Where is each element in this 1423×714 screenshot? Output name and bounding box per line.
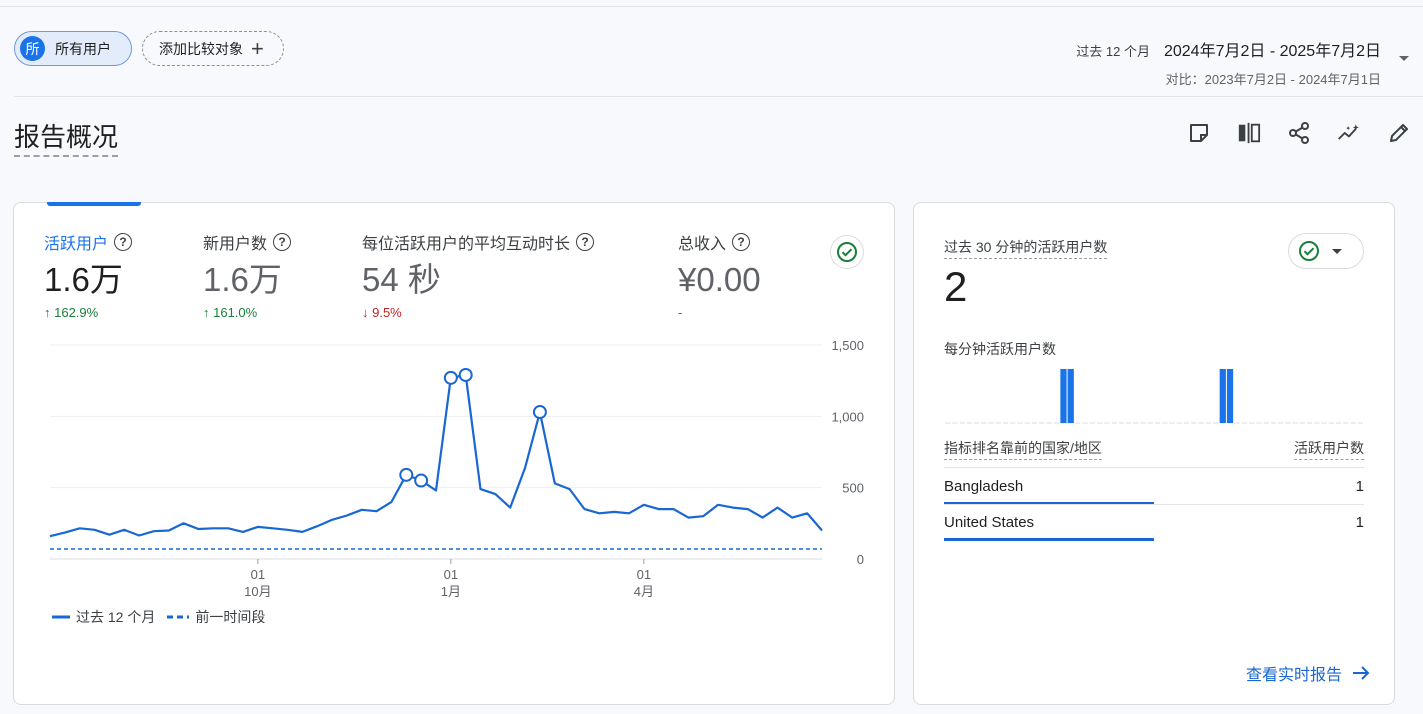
overview-card: 活跃用户? 1.6万 ↑ 162.9% 新用户数? 1.6万 ↑ 161.0% … — [13, 202, 895, 705]
active-users-chart: 1,500 1,000 500 0 01 10月 01 1月 01 4月 — [49, 338, 864, 599]
legend-item-current[interactable]: 过去 12 个月 — [52, 607, 155, 627]
metric-change: ↑ 161.0% — [203, 305, 258, 321]
minute-bar[interactable] — [1060, 369, 1067, 423]
note-icon[interactable] — [1187, 120, 1211, 146]
metric-change: - — [678, 305, 683, 321]
help-icon[interactable]: ? — [273, 233, 292, 251]
realtime-quality-dropdown[interactable] — [1288, 233, 1364, 269]
metric-label: 新用户数 — [203, 236, 268, 253]
legend-label-previous: 前一时间段 — [195, 609, 266, 625]
metric-value: ¥0.00 — [678, 261, 761, 298]
all-users-label: 所有用户 — [55, 40, 111, 57]
country-value: 1 — [1355, 478, 1364, 495]
date-range-selector[interactable]: 过去 12 个月 2024年7月2日 - 2025年7月2日 对比：2023年7… — [1076, 37, 1381, 88]
data-point-marker — [532, 405, 547, 420]
date-dropdown-icon[interactable] — [1399, 56, 1409, 61]
edit-icon[interactable] — [1387, 120, 1411, 146]
add-comparison-button[interactable]: 添加比较对象 + — [142, 31, 284, 66]
plus-icon: + — [251, 35, 264, 61]
view-realtime-report-link[interactable]: 查看实时报告 — [1246, 661, 1370, 685]
help-icon[interactable]: ? — [114, 233, 133, 251]
series-line-current — [49, 373, 823, 538]
report-toolbar — [1187, 120, 1411, 146]
header-divider — [14, 96, 1423, 97]
x-tick-label: 1月 — [441, 584, 461, 599]
help-icon[interactable]: ? — [576, 233, 595, 251]
realtime-value: 2 — [944, 263, 968, 310]
minute-bar[interactable] — [1219, 369, 1226, 423]
y-tick-label: 0 — [857, 552, 864, 567]
active-users-column-header[interactable]: 活跃用户数 — [1294, 438, 1364, 460]
top-divider — [0, 6, 1423, 7]
chevron-down-icon — [1332, 248, 1342, 254]
metric-label: 总收入 — [678, 236, 727, 253]
country-table-header: 指标排名靠前的国家/地区 活跃用户数 — [944, 438, 1364, 460]
country-value: 1 — [1355, 514, 1364, 531]
x-tick-label: 01 — [444, 567, 458, 582]
check-circle-icon — [1299, 241, 1319, 261]
date-range-value: 2024年7月2日 - 2025年7月2日 — [1163, 43, 1381, 60]
view-realtime-label: 查看实时报告 — [1245, 667, 1342, 684]
metric-label: 每位活跃用户的平均互动时长 — [362, 236, 571, 253]
metric-avg-engagement[interactable]: 每位活跃用户的平均互动时长? 54 秒 ↓ 9.5% — [362, 230, 595, 321]
all-users-chip[interactable]: 所 所有用户 — [14, 31, 132, 66]
metric-active-users[interactable]: 活跃用户? 1.6万 ↑ 162.9% — [44, 230, 133, 321]
metric-value: 54 秒 — [362, 261, 441, 298]
y-tick-label: 500 — [842, 481, 864, 496]
country-share-bar — [944, 538, 1154, 541]
arrow-right-icon — [1353, 666, 1370, 680]
per-minute-chart — [945, 369, 1363, 424]
legend-label-current: 过去 12 个月 — [76, 609, 156, 625]
table-divider — [944, 504, 1364, 505]
page-title[interactable]: 报告概况 — [14, 117, 119, 157]
table-row: United States 1 — [944, 514, 1364, 531]
metric-value: 1.6万 — [203, 261, 282, 298]
data-quality-check-icon[interactable] — [830, 235, 864, 269]
insights-icon[interactable] — [1337, 120, 1361, 146]
metric-change: ↓ 9.5% — [362, 305, 402, 321]
data-point-marker — [443, 370, 458, 385]
metric-value: 1.6万 — [44, 261, 123, 298]
date-preset-label: 过去 12 个月 — [1076, 44, 1150, 59]
table-divider — [944, 467, 1364, 468]
minute-bar[interactable] — [1226, 369, 1234, 423]
per-minute-label: 每分钟活跃用户数 — [944, 341, 1056, 357]
x-tick-label: 4月 — [634, 584, 654, 599]
country-name: United States — [944, 514, 1035, 531]
realtime-title[interactable]: 过去 30 分钟的活跃用户数 — [944, 237, 1108, 259]
metric-label: 活跃用户 — [44, 236, 109, 253]
x-tick-label: 10月 — [244, 584, 271, 599]
share-icon[interactable] — [1287, 120, 1311, 146]
compare-range: 对比：2023年7月2日 - 2024年7月1日 — [1165, 72, 1381, 87]
legend-item-previous[interactable]: 前一时间段 — [167, 607, 265, 627]
metric-change: ↑ 162.9% — [44, 305, 99, 321]
x-tick-label: 01 — [637, 567, 651, 582]
y-tick-label: 1,500 — [831, 338, 864, 353]
help-icon[interactable]: ? — [732, 233, 751, 251]
country-name: Bangladesh — [944, 478, 1024, 495]
country-column-header[interactable]: 指标排名靠前的国家/地区 — [944, 438, 1102, 460]
minute-bar[interactable] — [1067, 369, 1074, 423]
all-users-avatar: 所 — [20, 36, 45, 61]
table-row: Bangladesh 1 — [944, 478, 1364, 495]
y-tick-label: 1,000 — [831, 409, 864, 424]
compare-columns-icon[interactable] — [1237, 120, 1261, 146]
add-comparison-label: 添加比较对象 — [159, 40, 243, 57]
x-tick-label: 01 — [251, 567, 265, 582]
realtime-card: 过去 30 分钟的活跃用户数 2 每分钟活跃用户数 指标排名靠前的国家/地区 活… — [913, 202, 1395, 705]
data-point-marker — [414, 473, 429, 488]
active-tab-indicator — [47, 202, 141, 206]
metric-new-users[interactable]: 新用户数? 1.6万 ↑ 161.0% — [203, 230, 292, 321]
data-point-marker — [458, 367, 473, 382]
data-point-marker — [399, 467, 414, 482]
chart-legend: 过去 12 个月 前一时间段 — [52, 607, 265, 627]
metric-total-revenue[interactable]: 总收入? ¥0.00 - — [678, 230, 761, 320]
